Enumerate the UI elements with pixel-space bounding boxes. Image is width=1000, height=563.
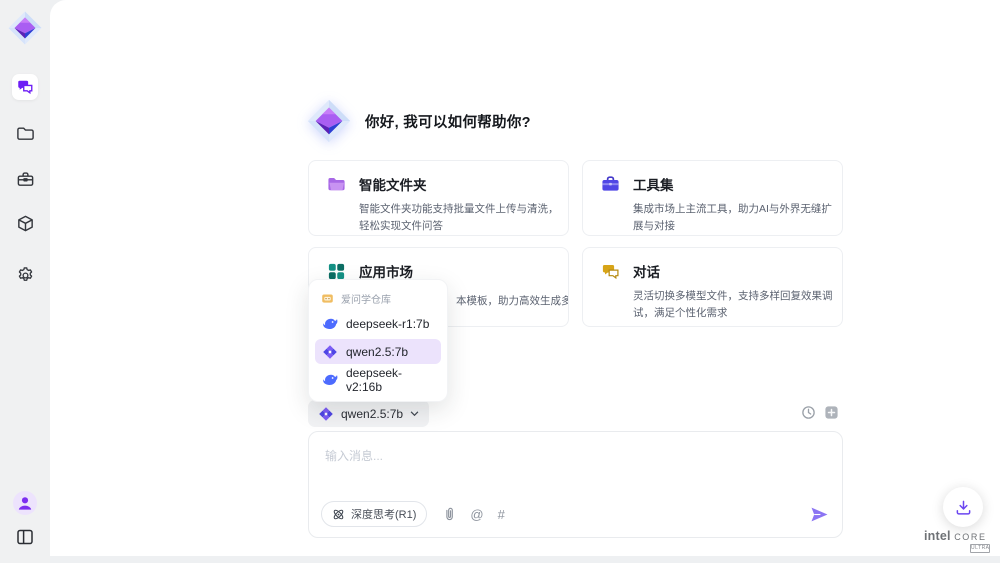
greeting: 你好, 我可以如何帮助你? <box>306 98 531 144</box>
at-icon[interactable]: @ <box>470 508 483 521</box>
sidebar-item-chat[interactable] <box>12 74 38 100</box>
message-input[interactable] <box>313 436 837 488</box>
gem-logo-icon <box>306 98 352 144</box>
model-option-qwen[interactable]: qwen2.5:7b <box>315 339 441 364</box>
intel-core-text: core <box>954 529 986 543</box>
history-clock-icon[interactable] <box>801 405 816 420</box>
atom-icon <box>332 508 345 521</box>
intel-core-badge: intel core ultra <box>924 529 998 553</box>
teal-grid-icon <box>327 262 346 281</box>
card-head: 应用市场 <box>327 261 562 281</box>
sidebar-item-folders[interactable] <box>12 120 38 146</box>
hash-icon[interactable]: # <box>498 508 505 521</box>
purple-folder-icon <box>327 175 346 194</box>
model-option-label: deepseek-v2:16b <box>346 366 434 394</box>
intel-variant-text: ultra <box>970 544 990 553</box>
model-option-deepseek-r1[interactable]: deepseek-r1:7b <box>315 311 441 336</box>
indigo-briefcase-icon <box>601 175 620 194</box>
send-icon <box>810 506 829 523</box>
gold-chat-icon <box>601 262 620 281</box>
sidebar-item-toolbox[interactable] <box>12 166 38 192</box>
greeting-title: 你好, 我可以如何帮助你? <box>365 111 531 132</box>
folder-icon <box>16 124 35 143</box>
attach-tools: @ # <box>443 507 504 522</box>
card-desc: 灵活切换多模型文件，支持多样回复效果调试，满足个性化需求 <box>633 288 841 322</box>
qwen-icon <box>318 406 334 422</box>
composer: 深度思考(R1) @ # <box>308 431 843 538</box>
sidebar-item-models[interactable] <box>12 210 38 236</box>
card-toolset[interactable]: 工具集 集成市场上主流工具，助力AI与外界无缝扩展与对接 <box>582 160 843 236</box>
composer-toolbar: 深度思考(R1) @ # <box>321 501 829 527</box>
main-surface: 你好, 我可以如何帮助你? 智能文件夹 智能文件夹功能支持批量文件上传与清洗，轻… <box>50 0 1000 556</box>
model-option-deepseek-v2[interactable]: deepseek-v2:16b <box>315 367 441 392</box>
toolbox-icon <box>16 170 35 189</box>
paperclip-icon[interactable] <box>443 507 456 522</box>
card-desc: 智能文件夹功能支持批量文件上传与清洗，轻松实现文件问答 <box>359 201 567 235</box>
chevron-down-icon <box>410 411 419 417</box>
model-group-label: 爱问学仓库 <box>309 285 447 308</box>
card-title: 工具集 <box>633 174 674 194</box>
sidebar <box>0 0 50 563</box>
repo-icon <box>321 292 334 305</box>
send-button[interactable] <box>810 506 829 523</box>
app-window: 你好, 我可以如何帮助你? 智能文件夹 智能文件夹功能支持批量文件上传与清洗，轻… <box>0 0 1000 563</box>
card-desc-partial: 本模板，助力高效生成多 <box>456 293 569 308</box>
deepseek-whale-icon <box>322 316 338 332</box>
new-chat-icon[interactable] <box>824 405 839 420</box>
card-desc: 集成市场上主流工具，助力AI与外界无缝扩展与对接 <box>633 201 841 235</box>
intel-brand-text: intel <box>924 529 951 543</box>
card-title: 对话 <box>633 261 660 281</box>
card-head: 对话 <box>601 261 836 281</box>
model-option-label: deepseek-r1:7b <box>346 317 429 331</box>
deepseek-whale-icon <box>322 372 338 388</box>
deep-think-button[interactable]: 深度思考(R1) <box>321 501 427 527</box>
panel-layout-icon[interactable] <box>15 527 35 547</box>
card-head: 智能文件夹 <box>327 174 562 194</box>
card-title: 智能文件夹 <box>359 174 427 194</box>
download-fab[interactable] <box>943 487 983 527</box>
cube-icon <box>16 214 35 233</box>
qwen-icon <box>322 344 338 360</box>
model-option-label: qwen2.5:7b <box>346 345 408 359</box>
model-selector[interactable]: qwen2.5:7b <box>308 400 429 427</box>
sidebar-item-settings[interactable] <box>12 262 38 288</box>
model-group-text: 爱问学仓库 <box>341 291 391 306</box>
user-avatar-icon[interactable] <box>13 491 37 515</box>
model-selector-value: qwen2.5:7b <box>341 407 403 421</box>
chat-actions <box>801 405 839 420</box>
deep-think-label: 深度思考(R1) <box>351 506 416 522</box>
card-smart-folder[interactable]: 智能文件夹 智能文件夹功能支持批量文件上传与清洗，轻松实现文件问答 <box>308 160 569 236</box>
model-dropdown: 爱问学仓库 deepseek-r1:7b qwen2.5:7b <box>308 279 448 402</box>
card-head: 工具集 <box>601 174 836 194</box>
app-gem-logo-icon <box>7 10 43 46</box>
card-title: 应用市场 <box>359 261 413 281</box>
chat-icon <box>16 78 34 96</box>
settings-gear-icon <box>16 266 35 285</box>
download-icon <box>955 499 972 516</box>
card-conversation[interactable]: 对话 灵活切换多模型文件，支持多样回复效果调试，满足个性化需求 <box>582 247 843 327</box>
